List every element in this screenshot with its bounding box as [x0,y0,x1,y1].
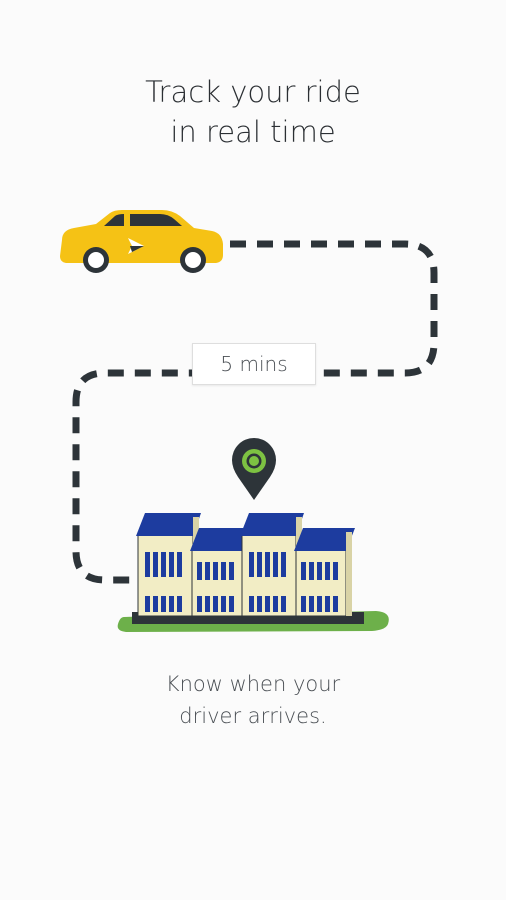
eta-badge: 5 mins [192,343,316,385]
building-icon [117,513,389,632]
taxi-car-icon [60,210,223,273]
onboarding-caption: Know when your driver arrives. [0,668,506,732]
caption-line-1: Know when your [165,672,341,696]
ride-tracking-illustration [60,210,438,632]
caption-line-2: driver arrives. [179,704,327,728]
location-pin-icon [232,438,276,500]
